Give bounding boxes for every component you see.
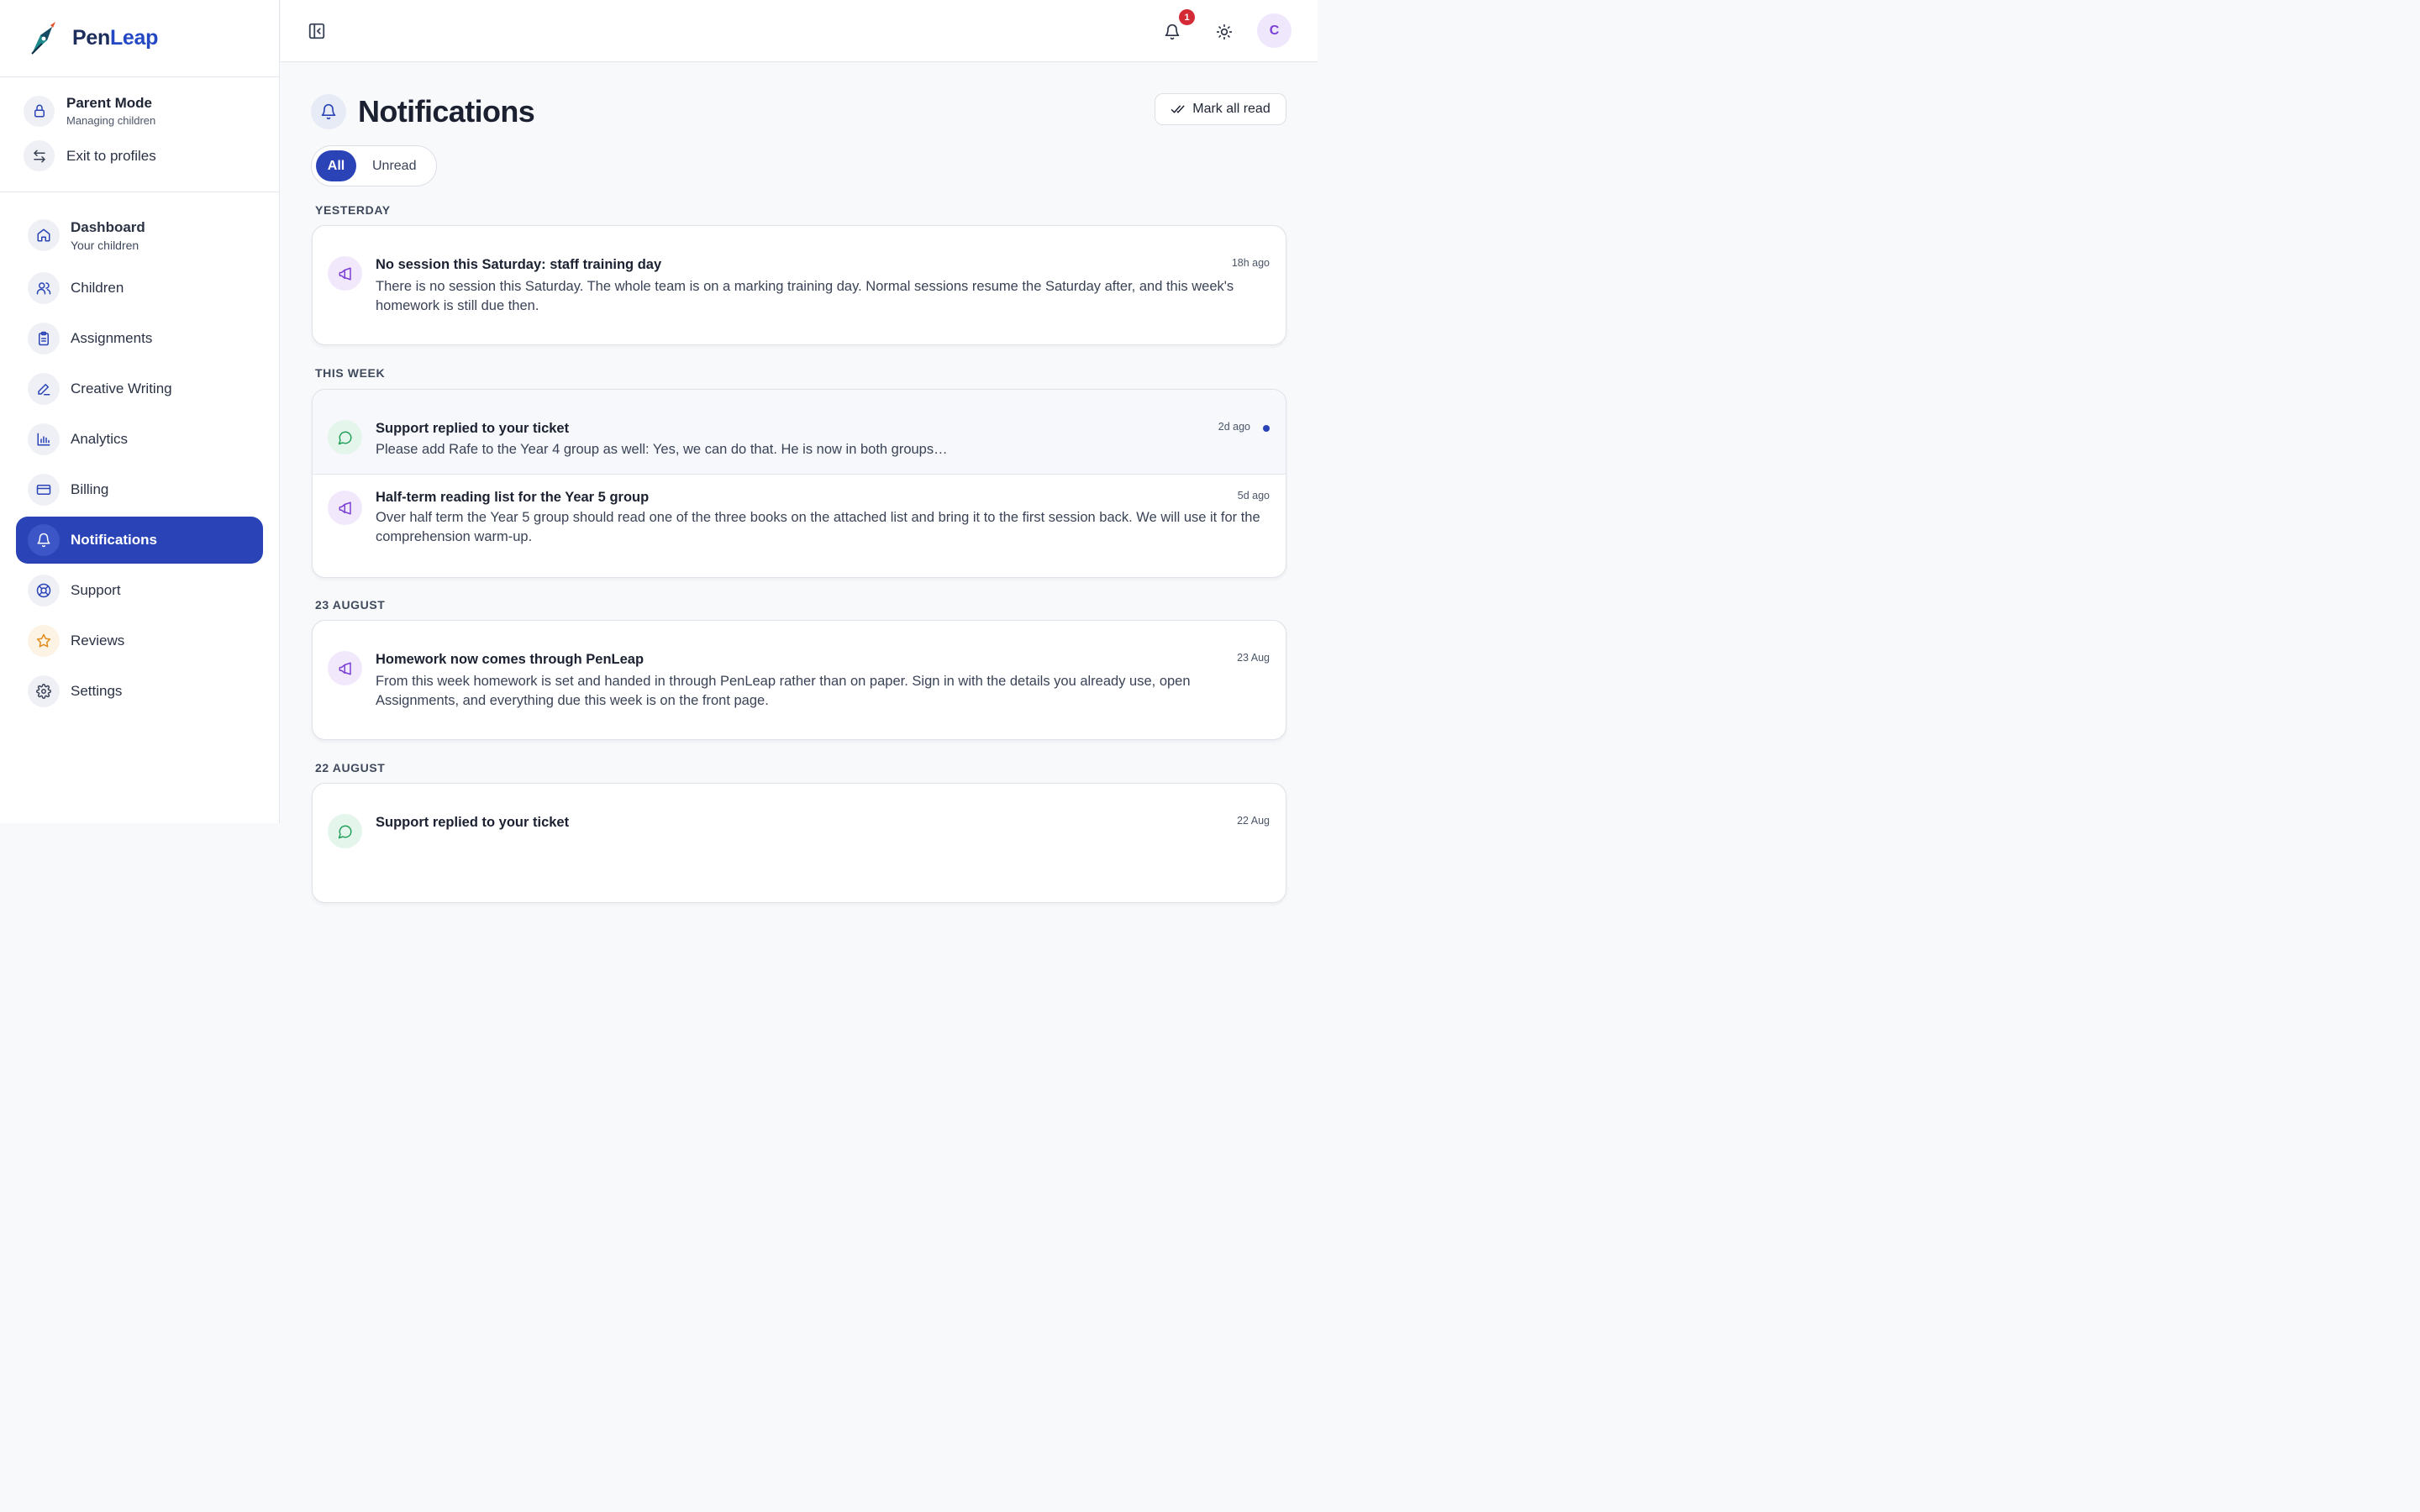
brand-name: PenLeap xyxy=(72,26,159,50)
life-buoy-icon xyxy=(28,575,60,606)
home-icon xyxy=(28,219,60,251)
sidebar-item-billing[interactable]: Billing xyxy=(16,466,263,513)
bell-icon xyxy=(1165,24,1180,40)
sidebar-item-label: Creative Writing xyxy=(71,381,172,396)
page-header: Notifications xyxy=(311,94,535,129)
notification-title: Support replied to your ticket xyxy=(376,421,570,436)
megaphone-icon xyxy=(328,491,362,525)
sidebar-item-analytics[interactable]: Analytics xyxy=(16,416,263,463)
double-check-icon xyxy=(1171,105,1185,113)
parent-mode-indicator: Parent Mode Managing children xyxy=(0,95,279,127)
notification-body: From this week homework is set and hande… xyxy=(376,674,1191,708)
parent-mode-title: Parent Mode xyxy=(66,95,153,111)
bar-chart-icon xyxy=(28,423,60,455)
sun-icon xyxy=(1216,24,1233,40)
theme-toggle-button[interactable] xyxy=(1212,19,1237,45)
notification-title: Support replied to your ticket xyxy=(376,815,570,830)
message-circle-icon xyxy=(328,420,362,454)
sidebar-item-dashboard[interactable]: Dashboard Your children xyxy=(16,211,263,260)
users-icon xyxy=(28,272,60,304)
notification-title: Half-term reading list for the Year 5 gr… xyxy=(376,490,650,505)
sidebar-nav: Dashboard Your children Children Assignm… xyxy=(0,192,279,715)
notification-group-card: Support replied to your ticket Please ad… xyxy=(312,389,1286,578)
sidebar-item-label: Billing xyxy=(71,481,109,497)
section-label-23-august: 23 August xyxy=(315,598,386,612)
panel-left-icon xyxy=(308,23,325,39)
sidebar-item-label: Notifications xyxy=(71,532,157,548)
notification-filter: All Unread xyxy=(311,145,437,186)
sidebar-item-label: Support xyxy=(71,582,121,598)
bell-icon xyxy=(28,524,60,556)
sidebar-item-label: Assignments xyxy=(71,330,153,346)
notification-time: 18h ago xyxy=(1231,257,1270,269)
avatar[interactable]: C xyxy=(1257,13,1292,48)
parent-mode-subtitle: Managing children xyxy=(66,114,156,127)
lock-icon xyxy=(24,95,55,127)
notification-title: Homework now comes through PenLeap xyxy=(376,652,644,667)
section-label-22-august: 22 August xyxy=(315,761,386,774)
section-label-this-week: This week xyxy=(315,366,386,380)
notification-time: 23 Aug xyxy=(1237,652,1270,664)
notification-body: Please add Rafe to the Year 4 group as w… xyxy=(376,442,948,457)
unread-dot xyxy=(1263,425,1270,432)
section-label-yesterday: Yesterday xyxy=(315,203,391,217)
clipboard-icon xyxy=(28,323,60,354)
filter-all-tab[interactable]: All xyxy=(316,150,356,181)
notification-time: 22 Aug xyxy=(1237,815,1270,827)
sidebar-item-label: Settings xyxy=(71,683,123,699)
notification-body: There is no session this Saturday. The w… xyxy=(376,279,1234,313)
brand[interactable]: PenLeap xyxy=(0,0,279,77)
parent-mode-block: Parent Mode Managing children Exit to pr… xyxy=(0,77,279,192)
sidebar-item-sublabel: Your children xyxy=(71,238,139,252)
star-icon xyxy=(28,625,60,657)
notification-group-card: No session this Saturday: staff training… xyxy=(312,225,1286,345)
sidebar-item-label: Children xyxy=(71,280,124,296)
notification-group-card: Homework now comes through PenLeap From … xyxy=(312,620,1286,740)
sidebar-item-notifications[interactable]: Notifications xyxy=(16,517,263,564)
bell-icon xyxy=(311,94,346,129)
main-content: Notifications Mark all read All Unread Y… xyxy=(281,62,1318,903)
sidebar-item-children[interactable]: Children xyxy=(16,265,263,312)
sidebar-item-reviews[interactable]: Reviews xyxy=(16,617,263,664)
sidebar-item-settings[interactable]: Settings xyxy=(16,668,263,715)
notification-time: 5d ago xyxy=(1237,490,1270,501)
mark-all-read-label: Mark all read xyxy=(1192,102,1270,116)
megaphone-icon xyxy=(328,651,362,685)
mark-all-read-button[interactable]: Mark all read xyxy=(1155,93,1286,125)
penleap-logo-icon xyxy=(25,20,62,57)
sidebar-item-label: Reviews xyxy=(71,633,125,648)
megaphone-icon xyxy=(328,256,362,291)
filter-unread-tab[interactable]: Unread xyxy=(372,159,416,174)
sidebar-item-support[interactable]: Support xyxy=(16,567,263,614)
notification-item[interactable]: Half-term reading list for the Year 5 gr… xyxy=(313,474,1286,577)
notification-body: Over half term the Year 5 group should r… xyxy=(376,510,1260,544)
exit-to-profiles-button[interactable]: Exit to profiles xyxy=(0,140,279,171)
exit-to-profiles-label: Exit to profiles xyxy=(66,147,156,164)
credit-card-icon xyxy=(28,474,60,506)
notification-item[interactable]: Support replied to your ticket 22 Aug xyxy=(313,784,1286,902)
collapse-sidebar-button[interactable] xyxy=(306,20,328,42)
sidebar-item-label: Analytics xyxy=(71,431,129,447)
swap-arrows-icon xyxy=(24,140,55,171)
notification-count-badge: 1 xyxy=(1179,9,1195,25)
gear-icon xyxy=(28,675,60,707)
sidebar-item-creative-writing[interactable]: Creative Writing xyxy=(16,365,263,412)
page-title: Notifications xyxy=(358,94,535,129)
notification-item[interactable]: Support replied to your ticket Please ad… xyxy=(313,390,1286,474)
notification-time: 2d ago xyxy=(1218,421,1250,433)
notification-item[interactable]: No session this Saturday: staff training… xyxy=(313,226,1286,344)
notification-group-card: Support replied to your ticket 22 Aug xyxy=(312,783,1286,903)
sidebar-item-label: Dashboard xyxy=(71,218,145,235)
notification-item[interactable]: Homework now comes through PenLeap From … xyxy=(313,621,1286,739)
pen-icon xyxy=(28,373,60,405)
message-circle-icon xyxy=(328,814,362,848)
top-bar: 1 C xyxy=(281,0,1318,62)
sidebar: PenLeap Parent Mode Managing children Ex… xyxy=(0,0,280,823)
sidebar-item-assignments[interactable]: Assignments xyxy=(16,315,263,362)
notification-title: No session this Saturday: staff training… xyxy=(376,257,662,272)
